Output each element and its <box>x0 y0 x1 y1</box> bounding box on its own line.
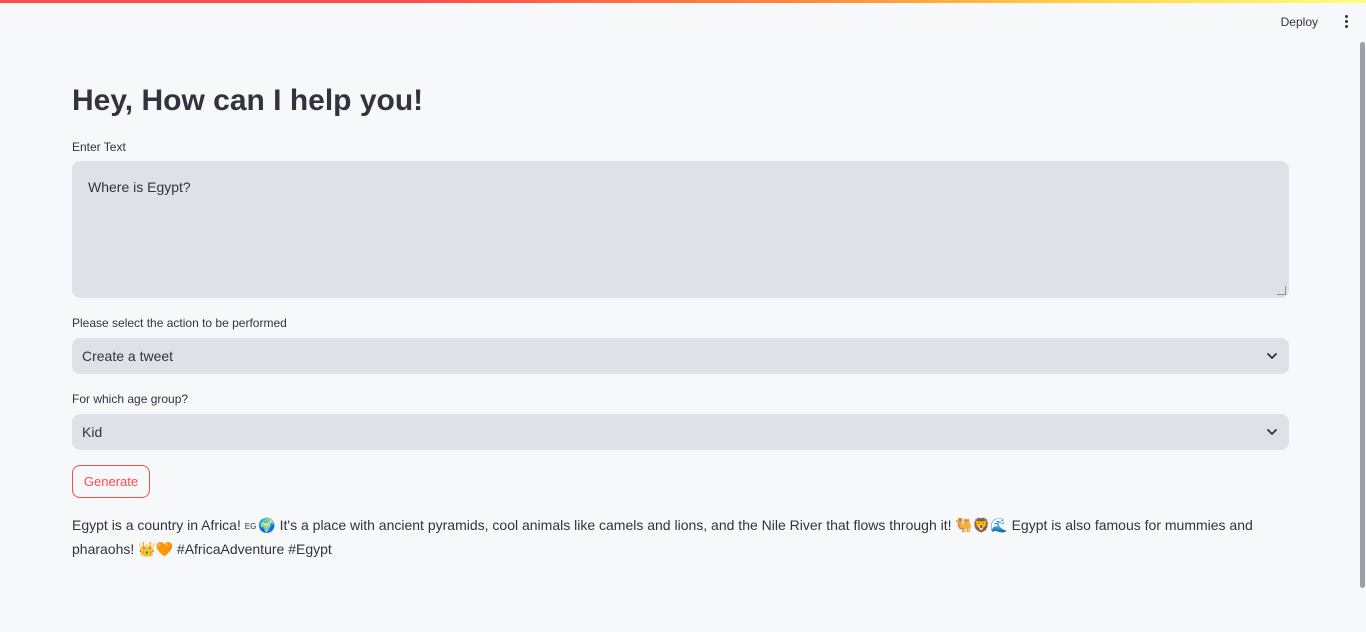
deploy-button[interactable]: Deploy <box>1277 13 1322 31</box>
text-input-area[interactable]: Where is Egypt? <box>72 161 1289 298</box>
more-vertical-icon[interactable] <box>1340 15 1352 31</box>
text-input-label: Enter Text <box>72 140 126 154</box>
text-input-value: Where is Egypt? <box>88 179 191 195</box>
generate-button[interactable]: Generate <box>72 465 150 498</box>
scrollbar[interactable] <box>1360 42 1365 588</box>
age-select-label: For which age group? <box>72 392 189 406</box>
action-select-label: Please select the action to be performed <box>72 316 287 330</box>
action-select[interactable]: Create a tweet <box>72 338 1289 374</box>
age-group-select[interactable]: Kid <box>72 414 1289 450</box>
resize-handle-icon[interactable] <box>1277 286 1286 295</box>
chevron-down-icon <box>1267 429 1277 435</box>
age-select-value: Kid <box>82 424 103 440</box>
page-title: Hey, How can I help you! <box>72 84 424 117</box>
flag-code: EG <box>244 521 257 531</box>
chevron-down-icon <box>1267 353 1277 359</box>
action-select-value: Create a tweet <box>82 348 174 364</box>
generated-result-text: Egypt is a country in Africa! EG 🌍 It's a… <box>72 514 1289 561</box>
result-text-part-1: Egypt is a country in Africa! <box>72 517 245 533</box>
app-header: Deploy <box>0 3 1366 45</box>
